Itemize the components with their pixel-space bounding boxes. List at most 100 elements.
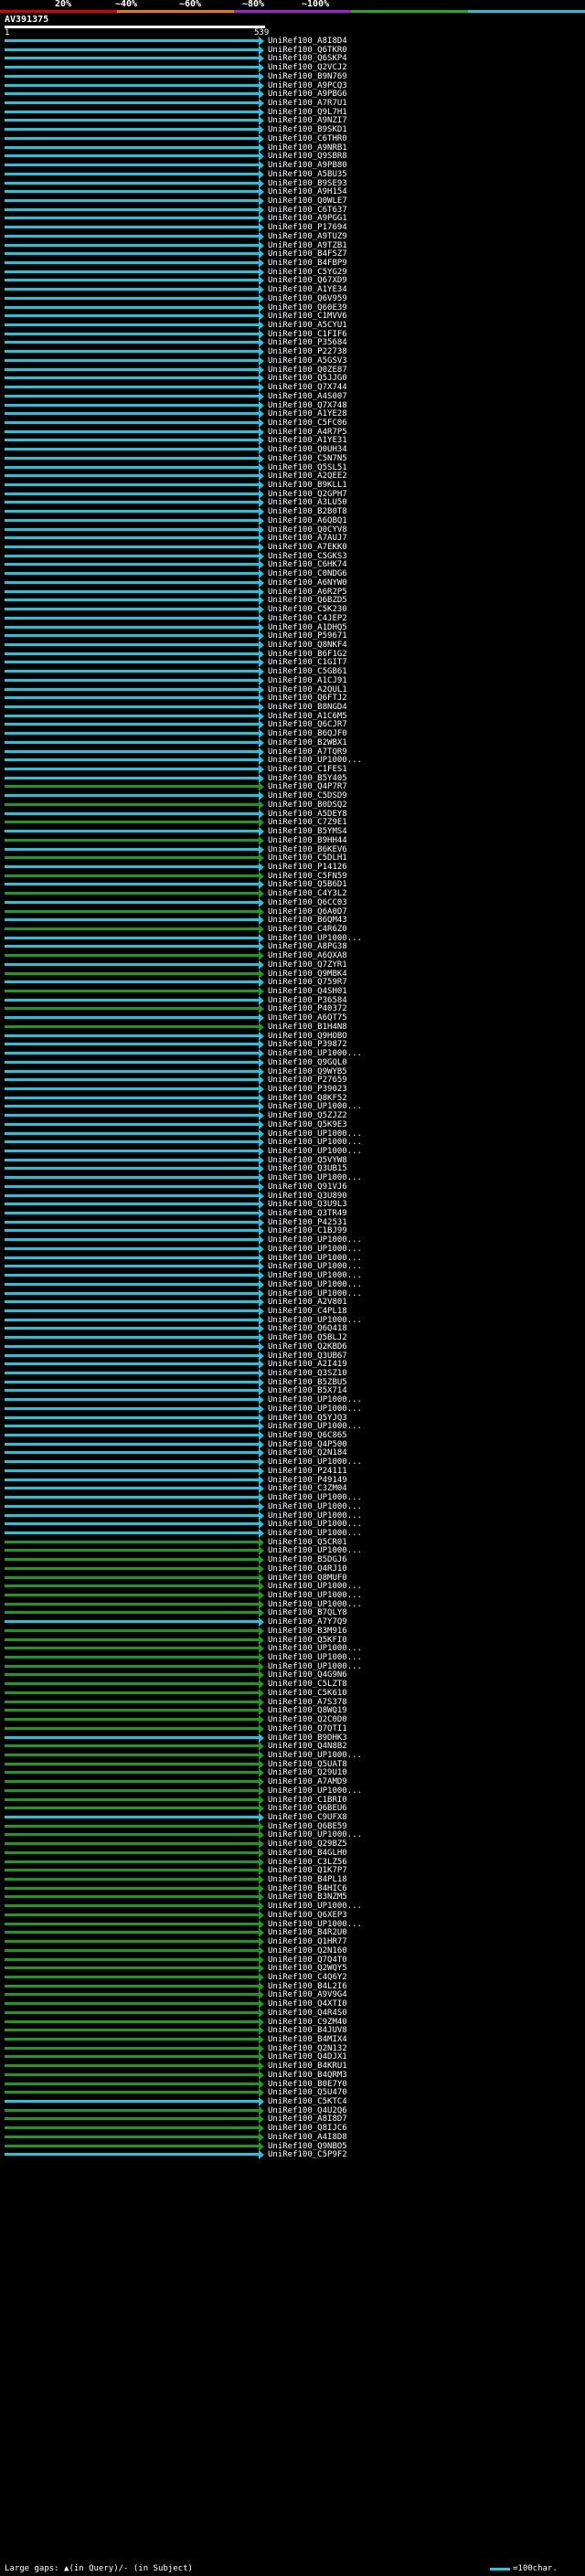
alignment-bar[interactable] [5, 1753, 259, 1756]
alignment-bar[interactable] [5, 1913, 259, 1916]
alignment-bar[interactable] [5, 874, 259, 877]
alignment-bar[interactable] [5, 687, 259, 691]
alignment-bar[interactable] [5, 394, 259, 398]
alignment-bar[interactable] [5, 1816, 259, 1818]
alignment-bar[interactable] [5, 616, 259, 620]
alignment-bar[interactable] [5, 1398, 259, 1402]
alignment-bar[interactable] [5, 714, 259, 717]
alignment-bar[interactable] [5, 2002, 259, 2006]
alignment-bar[interactable] [5, 1904, 259, 1908]
alignment-bar[interactable] [5, 990, 259, 993]
alignment-bar[interactable] [5, 110, 259, 113]
alignment-bar[interactable] [5, 527, 259, 531]
alignment-bar[interactable] [5, 1451, 259, 1455]
alignment-bar[interactable] [5, 2153, 259, 2157]
alignment-bar[interactable] [5, 1744, 259, 1748]
alignment-bar[interactable] [5, 350, 259, 354]
alignment-bar[interactable] [5, 145, 259, 149]
alignment-bar[interactable] [5, 2055, 259, 2059]
alignment-bar[interactable] [5, 928, 259, 930]
alignment-bar[interactable] [5, 1522, 259, 1526]
alignment-bar[interactable] [5, 864, 259, 868]
alignment-bar[interactable] [5, 296, 259, 300]
alignment-bar[interactable] [5, 1487, 259, 1490]
alignment-bar[interactable] [5, 1594, 259, 1596]
alignment-bar[interactable] [5, 1300, 259, 1304]
alignment-bar[interactable] [5, 403, 259, 407]
alignment-bar[interactable] [5, 1434, 259, 1437]
alignment-bar[interactable] [5, 1105, 259, 1108]
alignment-bar[interactable] [5, 1442, 259, 1446]
alignment-bar[interactable] [5, 1460, 259, 1464]
alignment-bar[interactable] [5, 429, 259, 433]
alignment-bar[interactable] [5, 483, 259, 486]
alignment-bar[interactable] [5, 1131, 259, 1135]
alignment-bar[interactable] [5, 1638, 259, 1641]
alignment-bar[interactable] [5, 1193, 259, 1197]
alignment-bar[interactable] [5, 1478, 259, 1481]
alignment-bar[interactable] [5, 439, 259, 442]
alignment-bar[interactable] [5, 962, 259, 966]
alignment-bar[interactable] [5, 492, 259, 495]
alignment-bar[interactable] [5, 2029, 259, 2032]
alignment-bar[interactable] [5, 856, 259, 860]
alignment-bar[interactable] [5, 1007, 259, 1011]
alignment-bar[interactable] [5, 1869, 259, 1872]
alignment-bar[interactable] [5, 1691, 259, 1694]
alignment-bar[interactable] [5, 981, 259, 984]
alignment-bar[interactable] [5, 101, 259, 105]
alignment-bar[interactable] [5, 1762, 259, 1765]
alignment-bar[interactable] [5, 39, 259, 42]
alignment-bar[interactable] [5, 678, 259, 682]
alignment-bar[interactable] [5, 749, 259, 753]
alignment-bar[interactable] [5, 1043, 259, 1046]
alignment-bar[interactable] [5, 1150, 259, 1152]
alignment-bar[interactable] [5, 900, 259, 904]
alignment-bar[interactable] [5, 776, 259, 779]
alignment-bar[interactable] [5, 1380, 259, 1383]
alignment-bar[interactable] [5, 2126, 259, 2130]
alignment-bar[interactable] [5, 758, 259, 762]
alignment-bar[interactable] [5, 1114, 259, 1118]
alignment-bar[interactable] [5, 1602, 259, 1606]
alignment-bar[interactable] [5, 74, 259, 78]
alignment-bar[interactable] [5, 305, 259, 309]
alignment-bar[interactable] [5, 1238, 259, 1242]
alignment-bar[interactable] [5, 1807, 259, 1810]
alignment-bar[interactable] [5, 1096, 259, 1099]
alignment-bar[interactable] [5, 909, 259, 913]
alignment-bar[interactable] [5, 1069, 259, 1073]
alignment-bar[interactable] [5, 634, 259, 638]
alignment-bar[interactable] [5, 1167, 259, 1171]
alignment-bar[interactable] [5, 1966, 259, 1970]
alignment-bar[interactable] [5, 217, 259, 220]
alignment-bar[interactable] [5, 1771, 259, 1775]
alignment-bar[interactable] [5, 1344, 259, 1348]
alignment-bar[interactable] [5, 1664, 259, 1668]
alignment-bar[interactable] [5, 1406, 259, 1410]
alignment-bar[interactable] [5, 226, 259, 229]
alignment-bar[interactable] [5, 1087, 259, 1090]
alignment-bar[interactable] [5, 57, 259, 60]
alignment-bar[interactable] [5, 652, 259, 655]
alignment-bar[interactable] [5, 154, 259, 158]
alignment-bar[interactable] [5, 1709, 259, 1712]
alignment-bar[interactable] [5, 1158, 259, 1161]
alignment-bar[interactable] [5, 1886, 259, 1890]
alignment-bar[interactable] [5, 1780, 259, 1784]
alignment-bar[interactable] [5, 936, 259, 939]
alignment-bar[interactable] [5, 723, 259, 726]
alignment-bar[interactable] [5, 1585, 259, 1588]
alignment-bar[interactable] [5, 918, 259, 922]
alignment-bar[interactable] [5, 2100, 259, 2104]
alignment-bar[interactable] [5, 1975, 259, 1978]
alignment-bar[interactable] [5, 1656, 259, 1659]
alignment-bar[interactable] [5, 1700, 259, 1703]
alignment-bar[interactable] [5, 1628, 259, 1632]
alignment-bar[interactable] [5, 2117, 259, 2121]
alignment-bar[interactable] [5, 554, 259, 557]
alignment-bar[interactable] [5, 261, 259, 264]
alignment-bar[interactable] [5, 998, 259, 1002]
alignment-bar[interactable] [5, 830, 259, 833]
alignment-bar[interactable] [5, 1922, 259, 1925]
